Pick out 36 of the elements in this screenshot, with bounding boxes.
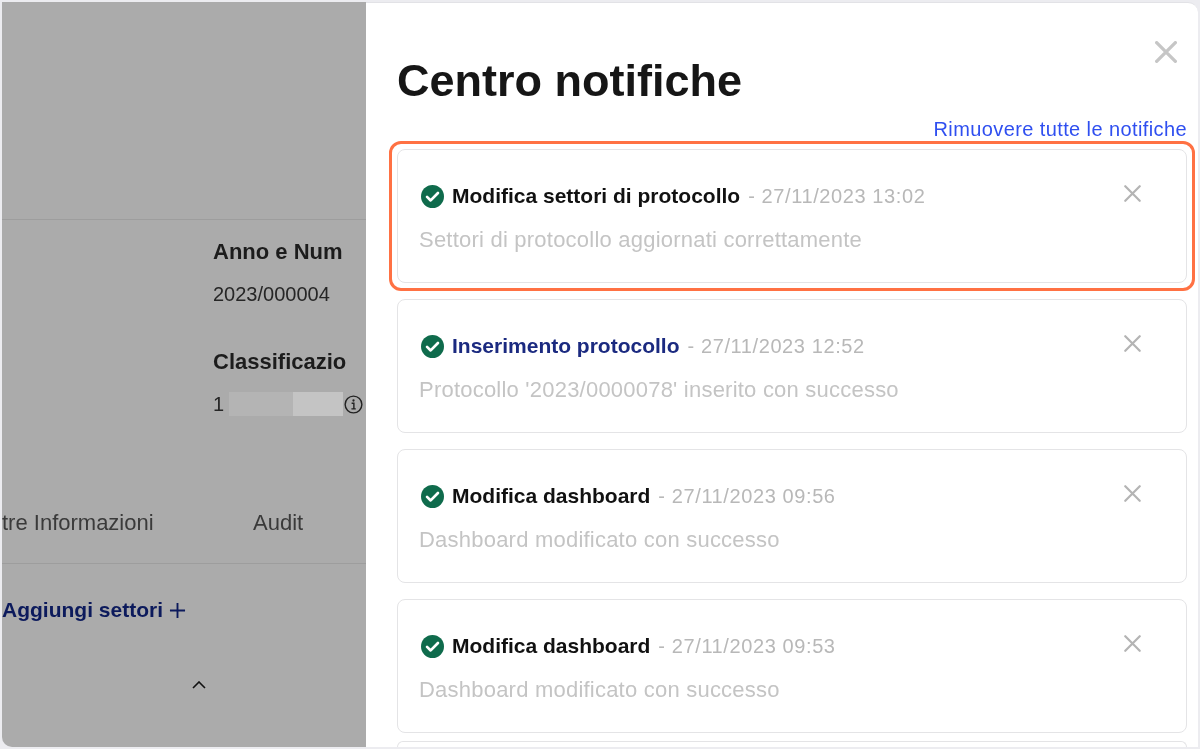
- notification-time: - 27/11/2023 09:56: [658, 484, 836, 509]
- plus-icon: [169, 601, 186, 619]
- field-value: 1: [213, 392, 226, 416]
- notification-title: Inserimento protocollo: [452, 333, 680, 359]
- clear-all-link[interactable]: Rimuovere tutte le notifiche: [933, 117, 1187, 141]
- notification-time: - 27/11/2023 12:52: [687, 334, 865, 359]
- notification-message: Settori di protocollo aggiornati correttamente: [419, 226, 864, 254]
- notification-title: Modifica dashboard: [452, 633, 651, 659]
- notification-card[interactable]: Modifica settori di protocollo - 27/11/2023 13:02 Settori di protocollo aggiornati correttamente: [389, 141, 1195, 291]
- notification-message: Dashboard modificato con successo: [419, 676, 781, 704]
- redaction-block: [229, 392, 293, 416]
- notification-time: - 27/11/2023 13:02: [748, 184, 926, 209]
- notification-title: Modifica settori di protocollo: [452, 183, 741, 209]
- redaction-block: [293, 392, 343, 416]
- check-circle-icon: [421, 184, 444, 208]
- check-circle-icon: [421, 484, 444, 508]
- notification-title: Modifica dashboard: [452, 483, 651, 509]
- field-label: Classificazio: [213, 348, 348, 376]
- close-icon[interactable]: [1124, 634, 1141, 652]
- field-value: 2023/000004: [213, 282, 331, 307]
- notification-message: Dashboard modificato con successo: [419, 526, 781, 554]
- close-icon[interactable]: [1124, 184, 1141, 202]
- chevron-up-icon[interactable]: [192, 681, 206, 689]
- tab[interactable]: Audit: [253, 509, 304, 537]
- close-icon[interactable]: [1124, 484, 1141, 502]
- close-icon[interactable]: [1155, 41, 1177, 63]
- add-sectors-link[interactable]: Aggiungi settori: [2, 596, 186, 624]
- close-icon[interactable]: [1124, 334, 1141, 352]
- check-circle-icon: [421, 334, 444, 358]
- notification-message: Protocollo '2023/0000078' inserito con successo: [419, 376, 900, 404]
- notification-time: - 27/11/2023 09:53: [658, 634, 836, 659]
- field-label: Anno e Num: [213, 238, 344, 266]
- panel-title: Centro notifiche: [397, 55, 742, 107]
- info-icon[interactable]: [344, 394, 363, 414]
- tab[interactable]: tre Informazioni: [2, 509, 253, 537]
- check-circle-icon: [421, 634, 444, 658]
